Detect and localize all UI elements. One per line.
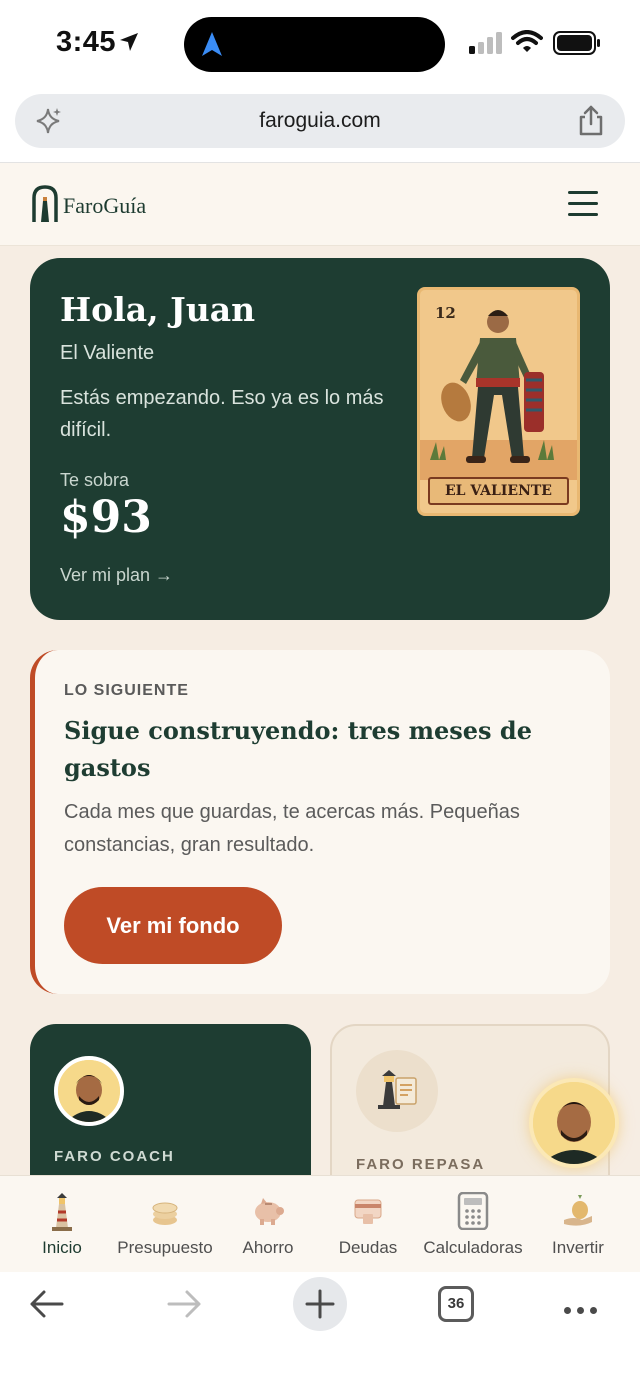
tabs-count-button[interactable]: 36 <box>438 1286 474 1322</box>
lighthouse-icon <box>52 1193 72 1231</box>
view-fund-button[interactable]: Ver mi fondo <box>64 887 282 964</box>
location-arrow-icon <box>120 33 138 51</box>
view-plan-link[interactable]: Ver mi plan → <box>60 565 173 586</box>
status-time: 3:45 <box>56 26 117 58</box>
url-text[interactable]: faroguia.com <box>15 109 625 133</box>
repasa-icon-circle <box>356 1050 438 1132</box>
plus-icon <box>305 1289 335 1319</box>
forward-arrow-icon[interactable] <box>165 1286 203 1322</box>
next-step-kicker: LO SIGUIENTE <box>64 682 189 699</box>
lighthouse-logo-icon[interactable] <box>32 185 58 223</box>
hero-message: Estás empezando. Eso ya es lo más difíci… <box>60 387 384 441</box>
coins-icon <box>152 1202 178 1225</box>
coach-face-illustration <box>58 1060 120 1122</box>
address-bar[interactable]: faroguia.com <box>15 94 625 148</box>
app-tab-bar: Inicio Presupuesto Ahorro Deudas Calcula… <box>0 1175 640 1272</box>
tab-deudas[interactable]: Deudas <box>328 1176 408 1273</box>
status-bar: 3:45 <box>0 0 640 90</box>
tab-presupuesto[interactable]: Presupuesto <box>110 1176 220 1273</box>
hero-card: Hola, Juan El Valiente Estás empezando. … <box>30 258 610 620</box>
leftover-amount: $93 <box>60 492 152 543</box>
tab-label: Calculadoras <box>423 1238 523 1257</box>
hamburger-menu-icon[interactable] <box>568 191 598 217</box>
next-step-card: LO SIGUIENTE Sigue construyendo: tres me… <box>30 650 610 994</box>
new-tab-button[interactable] <box>293 1277 347 1331</box>
money-hand-icon <box>564 1195 592 1226</box>
wifi-icon <box>511 30 543 52</box>
tab-invertir[interactable]: Invertir <box>540 1176 616 1273</box>
tab-label: Deudas <box>338 1238 398 1257</box>
tab-label: Inicio <box>42 1238 82 1257</box>
battery-icon <box>553 31 600 55</box>
calculator-icon <box>457 1192 489 1230</box>
cellular-signal-icon <box>469 32 502 54</box>
faro-coach-label: FARO COACH <box>54 1148 175 1165</box>
next-step-title: Sigue construyendo: tres meses de gastos <box>64 716 532 782</box>
credit-card-icon <box>354 1199 382 1224</box>
coach-avatar <box>54 1056 124 1126</box>
tab-calculadoras[interactable]: Calculadoras <box>418 1176 528 1273</box>
back-arrow-icon[interactable] <box>28 1286 66 1322</box>
loteria-card-image: 12 EL VALIENTE <box>417 287 580 516</box>
browser-address-area: faroguia.com <box>0 90 640 163</box>
piggy-bank-icon <box>255 1198 284 1225</box>
faro-repasa-label: FARO REPASA <box>356 1156 486 1173</box>
tab-inicio[interactable]: Inicio <box>22 1176 102 1273</box>
tab-ahorro[interactable]: Ahorro <box>228 1176 308 1273</box>
tab-label: Presupuesto <box>117 1238 213 1257</box>
leftover-label: Te sobra <box>60 470 130 490</box>
share-icon[interactable] <box>577 105 605 137</box>
tab-label: Ahorro <box>242 1238 294 1257</box>
coach-fab-face-illustration <box>533 1082 615 1164</box>
site-header: FaroGuía <box>0 163 640 246</box>
user-title: El Valiente <box>60 342 155 364</box>
card-name: EL VALIENTE <box>445 483 552 499</box>
tab-label: Invertir <box>552 1238 604 1257</box>
greeting: Hola, Juan <box>60 290 256 329</box>
dynamic-island <box>184 17 445 72</box>
brand-name[interactable]: FaroGuía <box>63 193 146 219</box>
browser-toolbar: 36 <box>0 1272 640 1387</box>
coach-chat-fab[interactable] <box>529 1078 619 1168</box>
more-options-icon[interactable] <box>564 1301 603 1319</box>
lighthouse-document-icon <box>378 1070 417 1109</box>
navigation-arrow-icon <box>202 32 222 56</box>
card-banner: EL VALIENTE <box>428 477 569 505</box>
next-step-body: Cada mes que guardas, te acercas más. Pe… <box>64 801 520 856</box>
